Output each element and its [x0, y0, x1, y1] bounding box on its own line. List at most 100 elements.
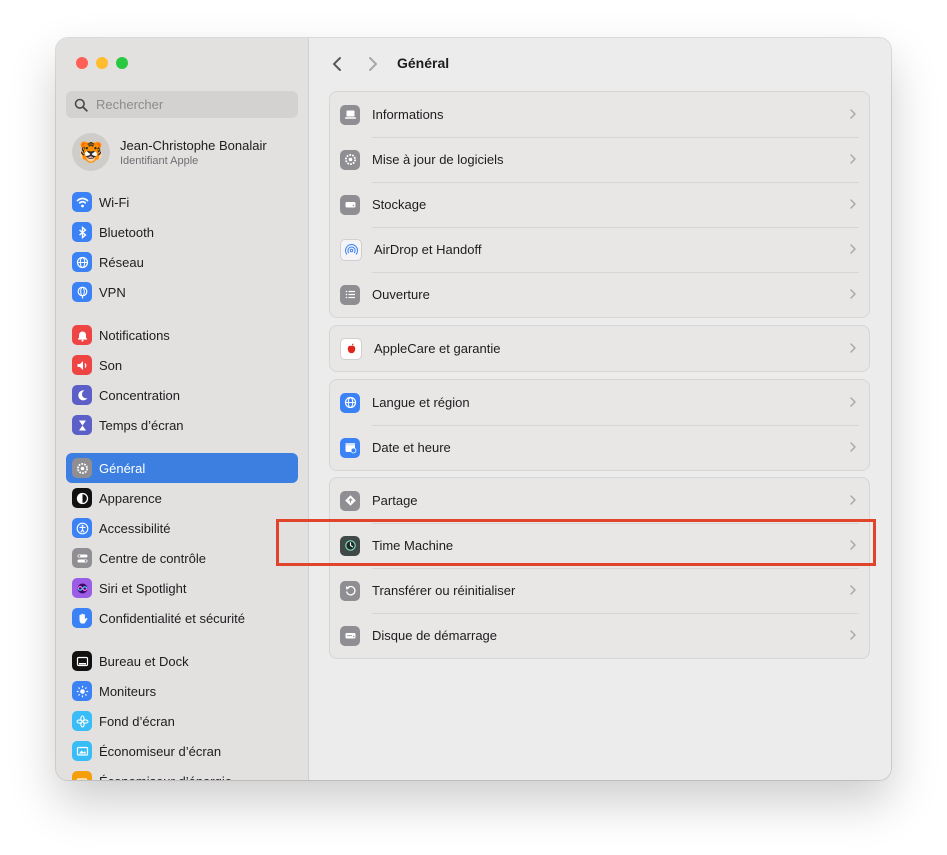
sidebar-item-control-center[interactable]: Centre de contrôle: [66, 543, 298, 573]
sidebar-item-label: Centre de contrôle: [99, 550, 206, 566]
sidebar-item-bluetooth[interactable]: Bluetooth: [66, 217, 298, 247]
settings-group: Informations Mise à jour de logiciels Stoc…: [329, 91, 870, 318]
sidebar-item-appearance[interactable]: Apparence: [66, 483, 298, 513]
sidebar-item-sun[interactable]: Moniteurs: [66, 676, 298, 706]
globe-icon: [72, 252, 92, 272]
vpn-globe-icon: [72, 282, 92, 302]
reset-icon: [340, 580, 360, 601]
row-globe[interactable]: Langue et région: [330, 380, 869, 425]
update-gear-icon: [340, 149, 360, 170]
sidebar-item-globe[interactable]: Réseau: [66, 247, 298, 277]
dock-icon: [72, 651, 92, 671]
startup-disk-icon: [340, 625, 360, 646]
row-label: Partage: [372, 493, 418, 508]
globe-icon: [340, 392, 360, 413]
sidebar-item-label: VPN: [99, 284, 126, 300]
row-label: Disque de démarrage: [372, 628, 498, 643]
user-name: Jean-Christophe Bonalair: [120, 137, 267, 153]
sidebar: 🐯 Jean-Christophe Bonalair Identifiant A…: [56, 38, 309, 780]
sidebar-item-siri[interactable]: Siri et Spotlight: [66, 573, 298, 603]
row-label: Date et heure: [372, 440, 451, 455]
sidebar-item-dock[interactable]: Bureau et Dock: [66, 646, 298, 676]
row-label: Langue et région: [372, 395, 470, 410]
sidebar-item-label: Réseau: [99, 254, 144, 270]
wifi-icon: [72, 192, 92, 212]
sidebar-item-screensaver[interactable]: Économiseur d’écran: [66, 736, 298, 766]
chevron-right-icon: [850, 154, 856, 164]
row-reset[interactable]: Transférer ou réinitialiser: [330, 568, 869, 613]
gear-icon: [72, 458, 92, 478]
row-startup-disk[interactable]: Disque de démarrage: [330, 613, 869, 658]
calendar-clock-icon: [340, 437, 360, 458]
sidebar-item-label: Bluetooth: [99, 224, 154, 240]
settings-group: Langue et région Date et heure: [329, 379, 870, 471]
sidebar-item-gear[interactable]: Général: [66, 453, 298, 483]
row-label: Transférer ou réinitialiser: [372, 583, 516, 598]
search-field[interactable]: [66, 91, 298, 118]
sidebar-item-wifi[interactable]: Wi-Fi: [66, 187, 298, 217]
sidebar-item-label: Moniteurs: [99, 683, 157, 699]
row-label: Mise à jour de logiciels: [372, 152, 504, 167]
close-button[interactable]: [76, 57, 88, 69]
sidebar-item-accessibility[interactable]: Accessibilité: [66, 513, 298, 543]
sidebar-item-label: Confidentialité et sécurité: [99, 610, 245, 626]
siri-icon: [72, 578, 92, 598]
settings-group: Partage Time Machine Transférer ou réiniti…: [329, 477, 870, 659]
screensaver-icon: [72, 741, 92, 761]
chevron-right-icon: [850, 540, 856, 550]
sidebar-item-bell[interactable]: Notifications: [66, 320, 298, 350]
chevron-right-icon: [850, 244, 856, 254]
hourglass-icon: [72, 415, 92, 435]
row-airdrop[interactable]: AirDrop et Handoff: [330, 227, 869, 272]
hand-icon: [72, 608, 92, 628]
sidebar-item-hourglass[interactable]: Temps d’écran: [66, 410, 298, 440]
row-laptop[interactable]: Informations: [330, 92, 869, 137]
sidebar-item-label: Concentration: [99, 387, 180, 403]
sidebar-item-label: Temps d’écran: [99, 417, 184, 433]
settings-window: 🐯 Jean-Christophe Bonalair Identifiant A…: [56, 38, 891, 780]
row-apple[interactable]: AppleCare et garantie: [330, 326, 869, 371]
sidebar-item-label: Notifications: [99, 327, 170, 343]
row-label: Ouverture: [372, 287, 430, 302]
settings-group: AppleCare et garantie: [329, 325, 870, 372]
forward-button[interactable]: [363, 54, 383, 74]
row-list[interactable]: Ouverture: [330, 272, 869, 317]
sidebar-item-label: Accessibilité: [99, 520, 171, 536]
sidebar-item-hand[interactable]: Confidentialité et sécurité: [66, 603, 298, 633]
row-label: Stockage: [372, 197, 427, 212]
bell-icon: [72, 325, 92, 345]
sidebar-item-speaker[interactable]: Son: [66, 350, 298, 380]
search-input[interactable]: [96, 97, 286, 112]
apple-account[interactable]: 🐯 Jean-Christophe Bonalair Identifiant A…: [66, 130, 298, 174]
control-center-icon: [72, 548, 92, 568]
sidebar-item-moon[interactable]: Concentration: [66, 380, 298, 410]
zoom-button[interactable]: [116, 57, 128, 69]
window-controls: [76, 57, 128, 69]
back-button[interactable]: [327, 54, 347, 74]
tiger-avatar: 🐯: [72, 133, 110, 171]
speaker-icon: [72, 355, 92, 375]
chevron-right-icon: [850, 442, 856, 452]
row-label: Time Machine: [372, 538, 454, 553]
row-drive[interactable]: Stockage: [330, 182, 869, 227]
row-calendar-clock[interactable]: Date et heure: [330, 425, 869, 470]
chevron-right-icon: [850, 343, 856, 353]
sidebar-item-flower[interactable]: Fond d’écran: [66, 706, 298, 736]
sidebar-item-label: Économiseur d’énergie: [99, 774, 232, 781]
row-label: AppleCare et garantie: [374, 341, 501, 356]
sidebar-item-battery[interactable]: Économiseur d’énergie: [66, 766, 298, 780]
sidebar-item-vpn-globe[interactable]: VPN: [66, 277, 298, 307]
minimize-button[interactable]: [96, 57, 108, 69]
sidebar-item-label: Économiseur d’écran: [99, 743, 222, 759]
row-update-gear[interactable]: Mise à jour de logiciels: [330, 137, 869, 182]
row-sharing[interactable]: Partage: [330, 478, 869, 523]
sidebar-item-label: Général: [99, 460, 146, 476]
chevron-right-icon: [850, 630, 856, 640]
laptop-icon: [340, 104, 360, 125]
sidebar-item-label: Son: [99, 357, 123, 373]
appearance-icon: [72, 488, 92, 508]
row-time-machine[interactable]: Time Machine: [330, 523, 869, 568]
sidebar-item-label: Fond d’écran: [99, 713, 175, 729]
accessibility-icon: [72, 518, 92, 538]
time-machine-icon: [340, 535, 360, 556]
